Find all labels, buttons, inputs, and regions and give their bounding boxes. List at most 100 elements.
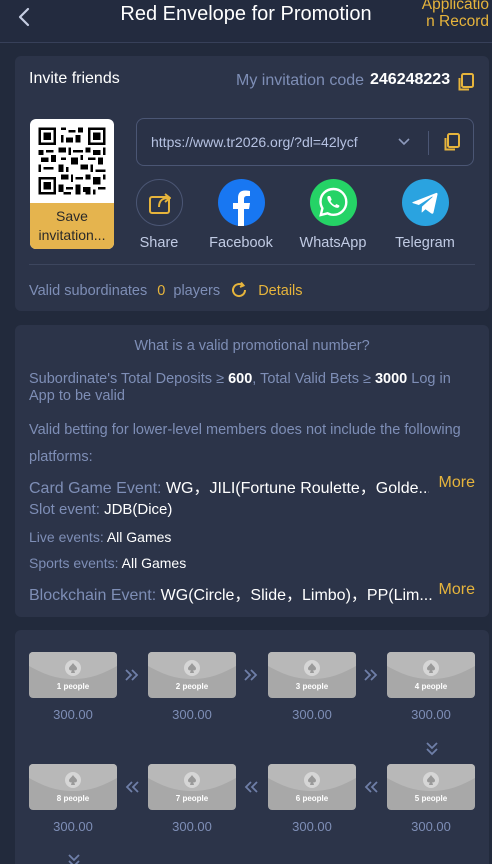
envelope-people-label: 7 people: [175, 794, 209, 803]
red-envelope[interactable]: 3 people: [268, 652, 356, 698]
sports-events-value: All Games: [121, 555, 187, 571]
blockchain-more-link[interactable]: More: [439, 581, 475, 599]
share-option-share[interactable]: Share: [114, 179, 204, 251]
url-divider: [428, 131, 429, 155]
save-invitation-line1: Save: [56, 208, 88, 224]
details-link[interactable]: Details: [258, 283, 302, 299]
application-record-line2: n Record: [426, 13, 489, 30]
valid-subordinates-unit: players: [173, 283, 221, 299]
double-chevron-left-icon: [242, 778, 260, 796]
envelope-people-label: 1 people: [56, 682, 90, 691]
criteria-bets-label: , Total Valid Bets ≥: [252, 371, 371, 387]
red-envelope[interactable]: 1 people: [29, 652, 117, 698]
envelope-amount: 300.00: [53, 707, 93, 722]
red-envelope[interactable]: 8 people: [29, 764, 117, 810]
envelope-people-label: 4 people: [414, 682, 448, 691]
spade-icon: [65, 660, 81, 676]
share-option-whatsapp[interactable]: WhatsApp: [288, 179, 378, 251]
criteria-deposits-label: Subordinate's Total Deposits ≥: [29, 371, 225, 387]
save-invitation-line2: invitation...: [38, 227, 106, 243]
card-game-event-value: WG，JILI(Fortune Roulette，Golde...: [165, 480, 429, 497]
qr-code-panel: Save invitation...: [30, 119, 114, 249]
blockchain-event-label: Blockchain Event:: [29, 587, 157, 604]
exclusion-note-line1: Valid betting for lower-level members do…: [29, 422, 461, 438]
blockchain-event-value: WG(Circle，Slide，Limbo)，PP(Lim...: [160, 587, 433, 604]
telegram-label: Telegram: [395, 235, 455, 251]
copy-url-icon[interactable]: [444, 133, 460, 151]
double-chevron-right-icon: [362, 666, 380, 684]
invitation-url-field[interactable]: https://www.tr2026.org/?dl=42lycf: [136, 118, 474, 166]
rules-card: What is a valid promotional number? Subo…: [15, 325, 489, 617]
share-label: Share: [139, 235, 179, 251]
card-game-more-link[interactable]: More: [439, 474, 475, 492]
slot-event-value: JDB(Dice): [104, 501, 173, 518]
red-envelope[interactable]: 6 people: [268, 764, 356, 810]
live-events-row: Live events: All Games: [29, 529, 475, 545]
valid-subordinates-count: 0: [157, 283, 166, 299]
envelope-amount: 300.00: [411, 819, 451, 834]
invitation-code-value: 246248223: [370, 71, 451, 88]
spade-icon: [184, 660, 200, 676]
spade-icon: [184, 772, 200, 788]
valid-subordinates-label: Valid subordinates: [29, 283, 148, 299]
copy-code-icon[interactable]: [458, 73, 474, 91]
slot-event-label: Slot event:: [29, 501, 100, 518]
live-events-label: Live events:: [29, 529, 104, 545]
spade-icon: [65, 772, 81, 788]
criteria-line2: App to be valid: [29, 388, 125, 404]
envelope-people-label: 6 people: [295, 794, 329, 803]
double-chevron-left-icon: [362, 778, 380, 796]
sports-events-row: Sports events: All Games: [29, 555, 475, 571]
envelope-amount: 300.00: [172, 707, 212, 722]
top-bar: Red Envelope for Promotion Applicatio n …: [0, 0, 492, 43]
whatsapp-label: WhatsApp: [299, 235, 367, 251]
share-option-facebook[interactable]: Facebook: [196, 179, 286, 251]
card-game-event-row: Card Game Event: WG，JILI(Fortune Roulett…: [29, 474, 429, 498]
envelope-progress-card: 1 people 300.00 2 people 300.00 3 people 300.…: [15, 630, 489, 864]
blockchain-event-row: Blockchain Event: WG(Circle，Slide，Limbo)…: [29, 581, 435, 605]
criteria-deposit-value: 600: [228, 371, 253, 387]
envelope-people-label: 5 people: [414, 794, 448, 803]
whatsapp-icon[interactable]: [309, 179, 357, 226]
divider: [29, 264, 475, 265]
red-envelope[interactable]: 2 people: [148, 652, 236, 698]
red-envelope[interactable]: 4 people: [387, 652, 475, 698]
envelope-amount: 300.00: [292, 707, 332, 722]
invite-title: Invite friends: [29, 70, 120, 87]
double-chevron-left-icon: [123, 778, 141, 796]
envelope-amount: 300.00: [53, 819, 93, 834]
envelope-amount: 300.00: [411, 707, 451, 722]
card-game-event-label: Card Game Event:: [29, 480, 162, 497]
valid-criteria-text: Subordinate's Total Deposits ≥ 600, Tota…: [29, 371, 475, 388]
live-events-value: All Games: [106, 529, 172, 545]
double-chevron-right-icon: [242, 666, 260, 684]
spade-icon: [304, 660, 320, 676]
facebook-label: Facebook: [209, 235, 273, 251]
criteria-bets-value: 3000: [374, 371, 408, 387]
envelope-amount: 300.00: [292, 819, 332, 834]
red-envelope[interactable]: 5 people: [387, 764, 475, 810]
valid-subordinates-row: Valid subordinates 0 players Details: [29, 281, 303, 299]
application-record-link[interactable]: Applicatio n Record: [415, 0, 489, 30]
facebook-icon[interactable]: [217, 179, 265, 226]
application-record-line1: Applicatio: [421, 0, 489, 13]
red-envelope[interactable]: 7 people: [148, 764, 236, 810]
valid-number-question: What is a valid promotional number?: [134, 338, 370, 354]
double-chevron-right-icon: [123, 666, 141, 684]
save-invitation-button[interactable]: Save invitation...: [30, 203, 114, 249]
invite-card: Invite friends My invitation code 246248…: [15, 56, 489, 311]
double-chevron-down-icon: [423, 740, 441, 758]
envelope-amount: 300.00: [172, 819, 212, 834]
invitation-url-text: https://www.tr2026.org/?dl=42lycf: [151, 134, 358, 150]
share-option-telegram[interactable]: Telegram: [380, 179, 470, 251]
chevron-down-icon[interactable]: [396, 134, 412, 150]
spade-icon: [423, 660, 439, 676]
invitation-code-label: My invitation code: [236, 72, 365, 89]
criteria-login-label: Log in: [411, 371, 451, 387]
envelope-people-label: 2 people: [175, 682, 209, 691]
refresh-icon[interactable]: [230, 281, 248, 299]
share-icon[interactable]: [135, 179, 183, 226]
telegram-icon[interactable]: [401, 179, 449, 226]
qr-code-image: [36, 125, 108, 197]
sports-events-label: Sports events:: [29, 555, 119, 571]
